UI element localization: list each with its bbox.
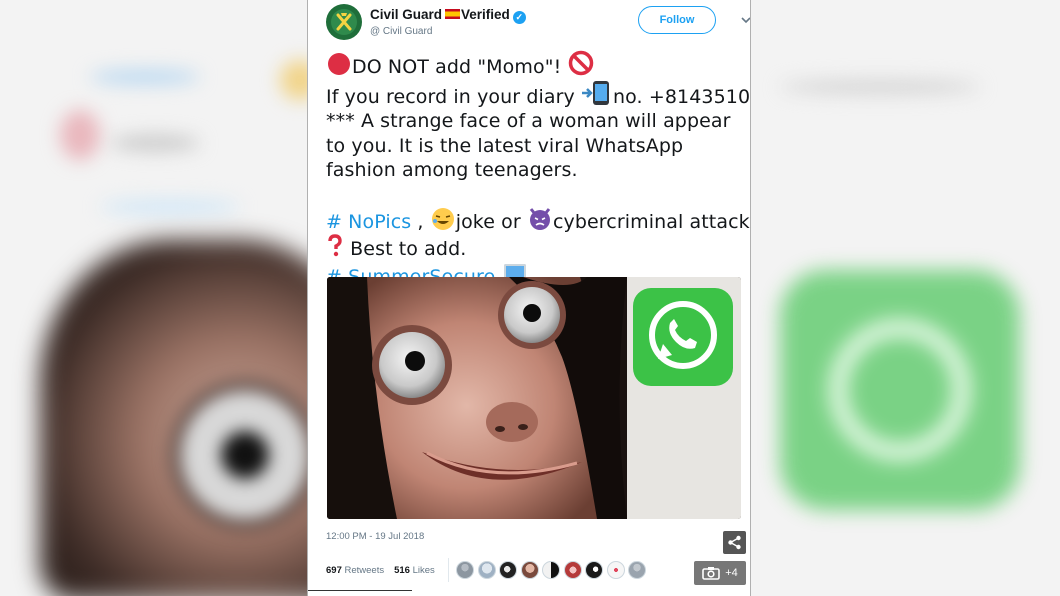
momo-whatsapp-image: [327, 277, 741, 519]
tweet-text-comma: ,: [417, 210, 424, 233]
red-circle-icon: [328, 53, 350, 75]
angry-devil-icon: [529, 207, 551, 230]
tweet-stats: 697 Retweets 516 Likes: [326, 565, 435, 576]
tweet-line-6: Best to add.: [326, 234, 742, 262]
more-photos-badge[interactable]: +4: [694, 561, 746, 585]
bottom-divider: [308, 590, 412, 591]
account-name[interactable]: Civil Guard: [370, 7, 442, 22]
liker-avatar[interactable]: [456, 561, 474, 579]
liker-avatar[interactable]: [542, 561, 560, 579]
tweet-text-line2a: If you record in your diary: [326, 85, 575, 108]
tweet-line-5: # NoPics , joke or cybercriminal attack: [326, 207, 750, 235]
liker-avatars: [456, 561, 646, 579]
avatar[interactable]: [326, 4, 362, 40]
retweets-label[interactable]: Retweets: [345, 565, 385, 576]
hashtag-nopics[interactable]: # NoPics: [326, 211, 411, 233]
tweet-line-2: If you record in your diary no. +8143510: [326, 80, 750, 110]
spain-flag-icon: [445, 9, 461, 19]
liker-avatar[interactable]: [585, 561, 603, 579]
tweet-header: Civil Guard Verified ✓ @ Civil Guard Follo…: [326, 4, 750, 44]
likes-label[interactable]: Likes: [413, 565, 435, 576]
liker-avatar[interactable]: [563, 561, 582, 579]
stats-divider: [448, 558, 449, 582]
liker-avatar[interactable]: [606, 561, 625, 579]
prohibited-icon: [569, 50, 594, 76]
tweet-timestamp[interactable]: 12:00 PM - 19 Jul 2018: [326, 531, 424, 542]
rolling-laughing-icon: [431, 207, 454, 230]
follow-button[interactable]: Follow: [638, 6, 716, 34]
tweet-text-line2b: no. +8143510: [613, 85, 751, 108]
liker-avatar[interactable]: [520, 561, 539, 579]
verified-label: Verified: [461, 7, 510, 22]
account-handle[interactable]: @ Civil Guard: [370, 26, 432, 37]
share-icon: [728, 535, 741, 550]
liker-avatar[interactable]: [628, 561, 646, 579]
crest-icon: [331, 9, 357, 35]
liker-avatar[interactable]: [477, 561, 496, 579]
liker-avatar[interactable]: [499, 561, 517, 579]
tweet-text-joke: joke or: [455, 210, 521, 233]
tweet-line-1: DO NOT add "Momo"!: [326, 50, 742, 80]
tweet-card: Civil Guard Verified ✓ @ Civil Guard Follo…: [307, 0, 751, 596]
chevron-down-icon[interactable]: [740, 14, 751, 26]
account-name-row[interactable]: Civil Guard Verified ✓: [370, 7, 526, 24]
phone-with-arrow-icon: [582, 80, 610, 105]
tweet-text-line1: DO NOT add "Momo"!: [352, 56, 562, 78]
tweet-text: DO NOT add "Momo"! If you record in your…: [326, 50, 750, 289]
question-mark-icon: [328, 234, 342, 257]
retweets-count[interactable]: 697: [326, 565, 342, 576]
likes-count[interactable]: 516: [394, 565, 410, 576]
tweet-text-line3: *** A strange face of a woman will appea…: [326, 110, 731, 181]
more-photos-count: +4: [725, 567, 738, 579]
tweet-text-best-to-add: Best to add.: [350, 238, 467, 260]
camera-icon: [702, 567, 721, 580]
verified-badge-icon: ✓: [512, 11, 526, 24]
share-button[interactable]: [723, 531, 746, 554]
tweet-photo[interactable]: [327, 277, 741, 519]
tweet-text-cybercriminal: cybercriminal attack: [552, 210, 750, 233]
